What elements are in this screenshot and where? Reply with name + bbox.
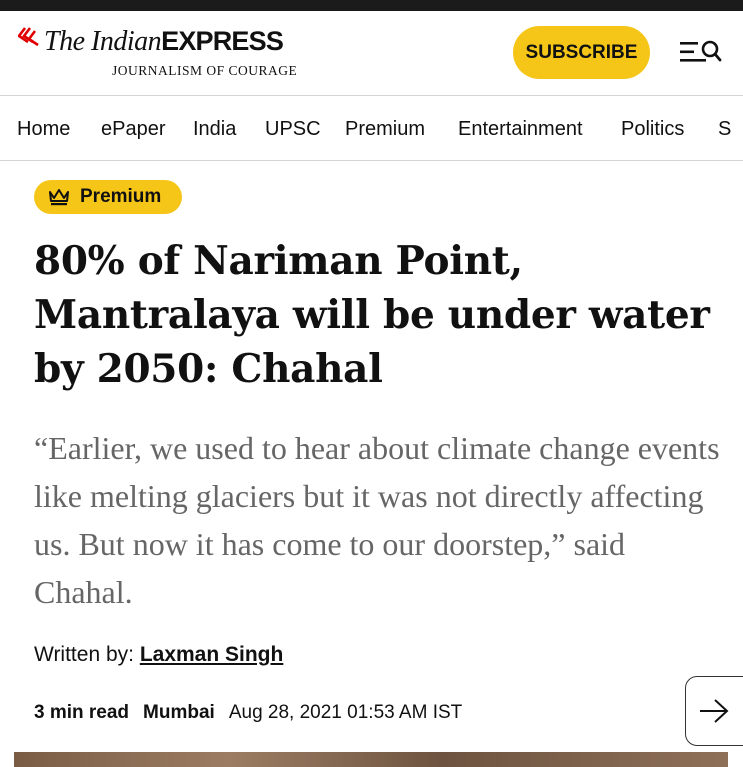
status-bar	[0, 0, 743, 11]
nav-divider	[0, 160, 743, 161]
hero-image	[14, 752, 728, 767]
article-summary: “Earlier, we used to hear about climate …	[34, 430, 720, 610]
article-headline: 80% of Nariman Point, Mantralaya will be…	[34, 238, 710, 392]
location: Mumbai	[143, 702, 215, 723]
nav-item-upsc[interactable]: UPSC	[265, 118, 321, 141]
author-link[interactable]: Laxman Singh	[140, 643, 284, 666]
article-meta: 3 min read Mumbai Aug 28, 2021 01:53 AM IS…	[34, 702, 462, 724]
logo-wordmark: The IndianEXPRESS	[44, 26, 284, 57]
nav-item-politics[interactable]: Politics	[621, 118, 684, 141]
site-header: The IndianEXPRESS JOURNALISM OF COURAGE …	[0, 11, 743, 95]
nav-item-india[interactable]: India	[193, 118, 236, 141]
logo-mark-icon	[18, 27, 39, 47]
byline: Written by: Laxman Singh	[34, 643, 283, 667]
crown-icon	[49, 189, 69, 206]
premium-badge[interactable]: Premium	[34, 180, 182, 214]
nav-item-home[interactable]: Home	[17, 118, 70, 141]
read-time: 3 min read	[34, 702, 130, 723]
arrow-right-icon	[700, 699, 729, 723]
nav-item-premium[interactable]: Premium	[345, 118, 425, 141]
logo-tagline: JOURNALISM OF COURAGE	[112, 63, 298, 78]
subscribe-button[interactable]: SUBSCRIBE	[513, 26, 650, 79]
site-logo[interactable]: The IndianEXPRESS	[18, 26, 284, 57]
menu-search-icon[interactable]	[678, 37, 722, 67]
publish-date: Aug 28, 2021 01:53 AM IST	[228, 702, 463, 723]
byline-prefix: Written by:	[34, 643, 140, 666]
nav-item-epaper[interactable]: ePaper	[101, 118, 166, 141]
nav-item-overflow[interactable]: S	[718, 118, 731, 141]
nav-item-entertainment[interactable]: Entertainment	[458, 118, 583, 141]
next-article-button[interactable]	[685, 676, 743, 746]
premium-label: Premium	[80, 186, 162, 207]
logo-text-the-indian: The Indian	[44, 26, 162, 57]
main-nav: Home ePaper India UPSC Premium Entertain…	[0, 96, 743, 160]
logo-text-express: EXPRESS	[161, 26, 284, 56]
